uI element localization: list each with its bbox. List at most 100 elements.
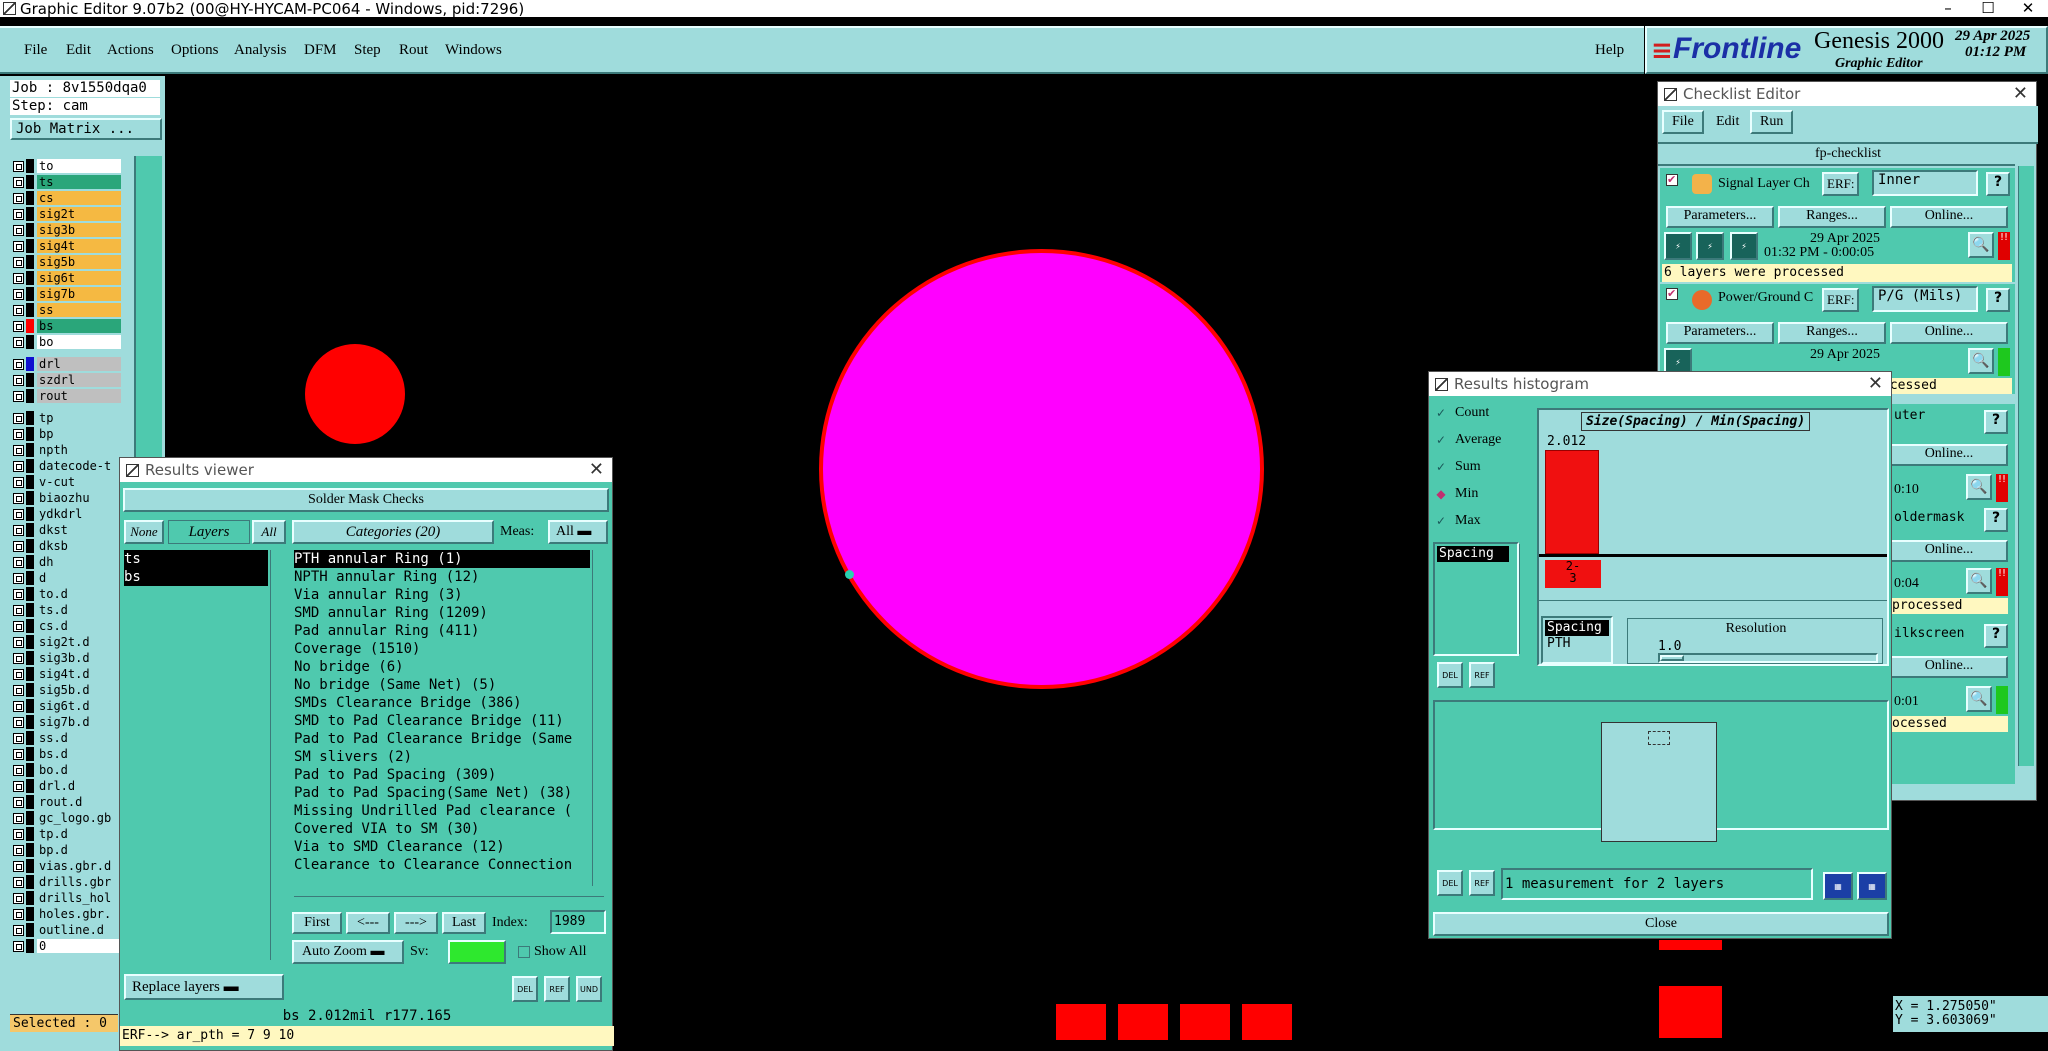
layer-name[interactable]: bs: [37, 319, 121, 333]
del-button[interactable]: DEL: [1437, 870, 1463, 896]
layer-display-swatch[interactable]: [26, 239, 34, 253]
layer-display-swatch[interactable]: [26, 891, 34, 905]
layer-checkbox[interactable]: [13, 700, 24, 712]
checklist-menu-edit[interactable]: Edit: [1716, 114, 1739, 130]
check-icon[interactable]: ✓: [1433, 433, 1449, 448]
layer-row[interactable]: datecode-t: [13, 458, 121, 474]
stat-option[interactable]: ✓ Sum: [1433, 456, 1481, 478]
item-checkbox[interactable]: ✔: [1666, 288, 1678, 300]
category-item[interactable]: Pad to Pad Clearance Bridge (Same: [294, 730, 590, 748]
layer-checkbox[interactable]: [13, 272, 24, 284]
layer-display-swatch[interactable]: [26, 443, 34, 457]
ranges-button[interactable]: Ranges...: [1778, 322, 1886, 344]
layer-name[interactable]: biaozhu: [37, 491, 121, 505]
layer-checkbox[interactable]: [13, 748, 24, 760]
layer-display-swatch[interactable]: [26, 223, 34, 237]
layer-checkbox[interactable]: [13, 374, 24, 386]
layer-checkbox[interactable]: [13, 716, 24, 728]
menu-file[interactable]: File: [24, 42, 47, 59]
item-help-button[interactable]: ?: [1984, 624, 2008, 648]
layer-name[interactable]: rout.d: [37, 795, 121, 809]
close-button[interactable]: Close: [1433, 912, 1889, 936]
layer-display-swatch[interactable]: [26, 389, 34, 403]
layer-checkbox[interactable]: [13, 460, 24, 472]
layer-name[interactable]: sig6t.d: [37, 699, 121, 713]
layer-checkbox[interactable]: [13, 304, 24, 316]
maximize-button[interactable]: ☐: [1968, 0, 2008, 17]
meas-type-list[interactable]: Spacing PTH: [1541, 616, 1613, 664]
meas-type-item[interactable]: Spacing: [1545, 620, 1609, 636]
radio-selected-icon[interactable]: ◆: [1433, 487, 1449, 502]
none-button[interactable]: None: [124, 520, 164, 544]
results-layer-list[interactable]: ts bs: [124, 550, 268, 958]
layer-name[interactable]: bo.d: [37, 763, 121, 777]
online-button[interactable]: Online...: [1890, 444, 2008, 466]
category-item[interactable]: Missing Undrilled Pad clearance (: [294, 802, 590, 820]
category-item[interactable]: SMDs Clearance Bridge (386): [294, 694, 590, 712]
layer-checkbox[interactable]: [13, 604, 24, 616]
menu-edit[interactable]: Edit: [66, 42, 91, 59]
run-icon[interactable]: ⚡: [1696, 232, 1724, 260]
layer-display-swatch[interactable]: [26, 731, 34, 745]
layer-display-swatch[interactable]: [26, 411, 34, 425]
layer-display-swatch[interactable]: [26, 907, 34, 921]
layer-row[interactable]: ydkdrl: [13, 506, 121, 522]
layer-display-swatch[interactable]: [26, 555, 34, 569]
layer-name[interactable]: gc_logo.gb: [37, 811, 121, 825]
item-help-button[interactable]: ?: [1986, 288, 2010, 312]
del-button[interactable]: DEL: [1437, 662, 1463, 688]
layer-display-swatch[interactable]: [26, 699, 34, 713]
layer-checkbox[interactable]: [13, 176, 24, 188]
show-all-checkbox[interactable]: [518, 946, 530, 958]
category-item[interactable]: Pad to Pad Spacing(Same Net) (38): [294, 784, 590, 802]
layer-checkbox[interactable]: [13, 320, 24, 332]
layer-row[interactable]: bp.d: [13, 842, 121, 858]
layer-name[interactable]: tp.d: [37, 827, 121, 841]
close-icon[interactable]: ✕: [589, 459, 604, 480]
overview-board[interactable]: [1601, 722, 1717, 842]
measure-scrollbar[interactable]: [1519, 544, 1529, 654]
layer-display-swatch[interactable]: [26, 357, 34, 371]
online-button[interactable]: Online...: [1890, 322, 2008, 344]
layer-display-swatch[interactable]: [26, 571, 34, 585]
layer-row[interactable]: sig4t.d: [13, 666, 121, 682]
layer-name[interactable]: drills_hol: [37, 891, 121, 905]
check-icon[interactable]: ✓: [1433, 460, 1449, 475]
layer-checkbox[interactable]: [13, 684, 24, 696]
layer-row[interactable]: ts.d: [13, 602, 121, 618]
layer-name[interactable]: ts: [37, 175, 121, 189]
last-button[interactable]: Last: [442, 912, 486, 934]
layer-name[interactable]: cs.d: [37, 619, 121, 633]
parameters-button[interactable]: Parameters...: [1666, 206, 1774, 228]
category-item[interactable]: NPTH annular Ring (12): [294, 568, 590, 586]
measure-item[interactable]: Spacing: [1437, 546, 1509, 562]
layer-name[interactable]: sig5b.d: [37, 683, 121, 697]
layer-checkbox[interactable]: [13, 444, 24, 456]
layer-name[interactable]: tp: [37, 411, 121, 425]
zoom-icon[interactable]: 🔍: [1966, 686, 1992, 712]
layer-name[interactable]: szdrl: [37, 373, 121, 387]
layer-row[interactable]: sig6t.d: [13, 698, 121, 714]
layer-checkbox[interactable]: [13, 796, 24, 808]
layer-row[interactable]: gc_logo.gb: [13, 810, 121, 826]
layer-display-swatch[interactable]: [26, 923, 34, 937]
layer-checkbox[interactable]: [13, 620, 24, 632]
category-item[interactable]: Clearance to Clearance Connection: [294, 856, 590, 874]
menu-help[interactable]: Help: [1595, 42, 1624, 59]
layer-display-swatch[interactable]: [26, 191, 34, 205]
layer-checkbox[interactable]: [13, 940, 24, 952]
layer-name[interactable]: bs.d: [37, 747, 121, 761]
export-icon[interactable]: ▦: [1823, 872, 1853, 900]
layer-row[interactable]: vias.gbr.d: [13, 858, 121, 874]
layer-row[interactable]: drl.d: [13, 778, 121, 794]
category-item[interactable]: No bridge (Same Net) (5): [294, 676, 590, 694]
layer-row[interactable]: biaozhu: [13, 490, 121, 506]
layer-name[interactable]: cs: [37, 191, 121, 205]
erf-value[interactable]: Inner: [1872, 170, 1978, 196]
layer-row[interactable]: d: [13, 570, 121, 586]
layer-checkbox[interactable]: [13, 588, 24, 600]
overview-viewport[interactable]: [1648, 731, 1670, 745]
layer-checkbox[interactable]: [13, 732, 24, 744]
stat-option[interactable]: ✓ Average: [1433, 429, 1501, 451]
layer-display-swatch[interactable]: [26, 207, 34, 221]
